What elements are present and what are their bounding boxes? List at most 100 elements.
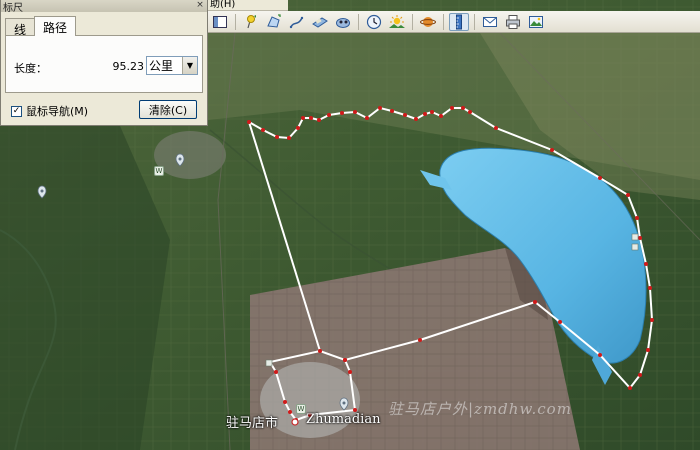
path-vertex[interactable]	[318, 349, 322, 353]
ruler-icon	[456, 14, 462, 29]
save-image-icon	[529, 15, 543, 28]
mouse-navigation-label: 鼠标导航(M)	[26, 105, 89, 118]
toolbar-separator	[412, 13, 413, 30]
path-vertex[interactable]	[288, 410, 292, 414]
ruler-dialog: 标尺 × 线 路径 长度： 95.23 公里 ▼ ✓ 鼠标导航(M) 清除(C)	[0, 0, 208, 126]
ruler-button[interactable]	[449, 12, 469, 31]
path-vertex[interactable]	[275, 135, 279, 139]
path-vertex[interactable]	[274, 370, 278, 374]
toolbar	[208, 11, 700, 33]
map-marker-square-icon	[265, 359, 273, 367]
unit-select-value: 公里	[149, 59, 174, 73]
chevron-down-icon[interactable]: ▼	[182, 57, 197, 74]
path-vertex[interactable]	[287, 136, 291, 140]
path-vertex[interactable]	[638, 236, 642, 240]
add-polygon-button[interactable]	[264, 13, 284, 31]
placemark-icon	[247, 14, 256, 28]
email-icon	[483, 16, 497, 27]
path-vertex[interactable]	[450, 106, 454, 110]
path-vertex[interactable]	[423, 112, 427, 116]
path-vertex[interactable]	[648, 286, 652, 290]
path-vertex[interactable]	[403, 113, 407, 117]
unit-select[interactable]: 公里 ▼	[146, 56, 198, 75]
toolbar-separator	[474, 13, 475, 30]
email-button[interactable]	[480, 13, 500, 31]
path-vertex[interactable]	[247, 120, 251, 124]
ruler-title: 标尺	[3, 2, 23, 14]
ruler-titlebar[interactable]: 标尺 ×	[1, 0, 207, 14]
checkbox-box[interactable]: ✓	[11, 105, 22, 117]
menu-help-label[interactable]: 助(H)	[210, 0, 235, 10]
switch-planets-button[interactable]	[418, 13, 438, 31]
add-path-button[interactable]	[287, 13, 307, 31]
path-icon	[289, 16, 304, 28]
path-vertex[interactable]	[296, 126, 300, 130]
historical-imagery-icon	[366, 14, 382, 29]
path-vertex[interactable]	[348, 370, 352, 374]
place-marker-w-icon[interactable]: W	[154, 166, 164, 176]
clear-button[interactable]: 清除(C)	[139, 100, 197, 119]
path-vertex[interactable]	[340, 111, 344, 115]
path-vertex[interactable]	[430, 110, 434, 114]
path-vertex[interactable]	[461, 106, 465, 110]
path-vertex[interactable]	[261, 128, 265, 132]
sidebar-toggle-button[interactable]	[210, 13, 230, 31]
length-value: 95.23	[112, 60, 145, 73]
path-vertex[interactable]	[644, 262, 648, 266]
path-vertex[interactable]	[533, 300, 537, 304]
city-label-english: Zhumadian	[306, 412, 381, 427]
path-vertex[interactable]	[301, 116, 305, 120]
path-vertex[interactable]	[626, 193, 630, 197]
path-vertex[interactable]	[378, 106, 382, 110]
place-marker-w-icon[interactable]: W	[296, 404, 306, 414]
path-vertex[interactable]	[550, 148, 554, 152]
path-vertex[interactable]	[365, 116, 369, 120]
add-placemark-button[interactable]	[241, 13, 261, 31]
path-vertex[interactable]	[317, 118, 321, 122]
historical-imagery-button[interactable]	[364, 13, 384, 31]
sidebar-icon	[213, 15, 227, 28]
save-image-button[interactable]	[526, 13, 546, 31]
ruler-path-panel: 长度： 95.23 公里 ▼	[5, 35, 203, 93]
add-overlay-button[interactable]	[310, 13, 330, 31]
path-vertex[interactable]	[598, 176, 602, 180]
path-vertex[interactable]	[598, 353, 602, 357]
path-vertex[interactable]	[327, 113, 331, 117]
path-vertex[interactable]	[558, 320, 562, 324]
ruler-tab-strip: 线 路径	[1, 16, 207, 37]
tab-line[interactable]: 线	[5, 18, 36, 37]
polygon-icon	[267, 13, 281, 28]
tab-path[interactable]: 路径	[34, 16, 77, 36]
sunlight-icon	[389, 14, 405, 28]
town-area-northwest	[154, 131, 226, 179]
path-vertex[interactable]	[353, 110, 357, 114]
path-vertex[interactable]	[646, 348, 650, 352]
path-vertex[interactable]	[494, 126, 498, 130]
path-vertex[interactable]	[343, 358, 347, 362]
close-icon[interactable]: ×	[195, 1, 205, 11]
path-vertex[interactable]	[283, 400, 287, 404]
path-vertex[interactable]	[390, 109, 394, 113]
map-marker-square-icon	[631, 243, 639, 251]
toolbar-separator	[358, 13, 359, 30]
path-vertex[interactable]	[635, 216, 639, 220]
path-vertex[interactable]	[439, 114, 443, 118]
toolbar-separator	[443, 13, 444, 30]
print-icon	[506, 14, 520, 29]
print-button[interactable]	[503, 13, 523, 31]
path-vertex[interactable]	[309, 116, 313, 120]
path-vertex[interactable]	[468, 110, 472, 114]
path-vertex[interactable]	[418, 338, 422, 342]
sunlight-button[interactable]	[387, 13, 407, 31]
path-vertex[interactable]	[628, 386, 632, 390]
path-vertex[interactable]	[650, 318, 654, 322]
city-center-marker	[291, 418, 299, 426]
city-label: 驻马店市	[226, 416, 279, 431]
planets-icon	[420, 16, 436, 27]
path-vertex[interactable]	[638, 373, 642, 377]
path-vertex[interactable]	[414, 117, 418, 121]
mouse-navigation-checkbox[interactable]: ✓ 鼠标导航(M)	[11, 103, 88, 119]
record-tour-icon	[336, 17, 350, 28]
menu-bar-help[interactable]: 助(H)	[208, 0, 288, 11]
record-tour-button[interactable]	[333, 13, 353, 31]
